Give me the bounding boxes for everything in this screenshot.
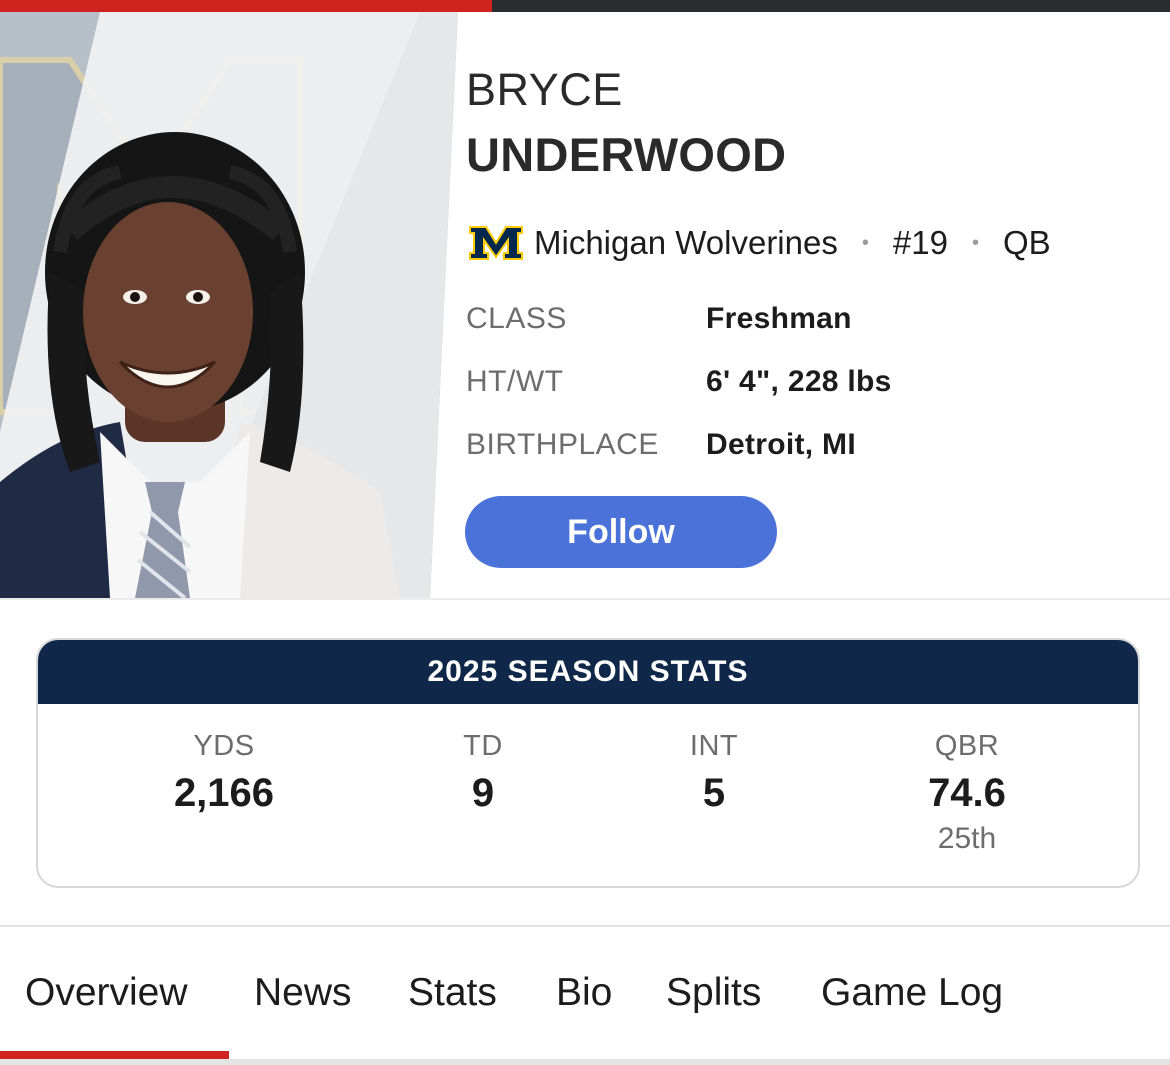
player-position: QB [1002, 224, 1051, 261]
stat-label: YDS [193, 730, 255, 762]
tabs-bottom-border [0, 1059, 1170, 1065]
stat-yds: YDS 2,166 [104, 730, 344, 816]
tab-stats[interactable]: Stats [408, 971, 497, 1015]
season-stats-card: 2025 SEASON STATS YDS 2,166 TD 9 INT 5 Q… [36, 638, 1140, 888]
active-tab-indicator [0, 1051, 229, 1059]
info-row-birthplace: BIRTHPLACE Detroit, MI [466, 428, 892, 491]
info-row-ht-wt: HT/WT 6' 4", 228 lbs [466, 365, 892, 428]
info-value: 6' 4", 228 lbs [706, 365, 892, 398]
tab-game-log[interactable]: Game Log [821, 971, 1003, 1015]
stat-label: QBR [934, 730, 1000, 762]
divider [0, 598, 1170, 600]
top-bar [0, 0, 1170, 12]
tab-splits[interactable]: Splits [666, 971, 761, 1015]
stat-qbr: QBR 74.6 25th [847, 730, 1087, 856]
info-value: Freshman [706, 302, 852, 335]
season-stats-title: 2025 SEASON STATS [38, 640, 1138, 704]
info-label: HT/WT [466, 365, 564, 398]
tab-bio[interactable]: Bio [556, 971, 612, 1015]
tab-news[interactable]: News [254, 971, 352, 1015]
player-last-name: UNDERWOOD [466, 128, 787, 181]
stat-td: TD 9 [363, 730, 603, 816]
player-page: BRYCE UNDERWOOD Michigan Wolverines • #1… [0, 0, 1170, 1065]
follow-button[interactable]: Follow [465, 496, 777, 568]
info-row-class: CLASS Freshman [466, 302, 892, 365]
stat-value: 9 [471, 771, 495, 815]
info-label: CLASS [466, 302, 567, 335]
player-first-name: BRYCE [466, 64, 623, 115]
michigan-logo-icon[interactable] [468, 223, 524, 263]
player-info-table: CLASS Freshman HT/WT 6' 4", 228 lbs BIRT… [466, 302, 892, 491]
stat-rank: 25th [937, 822, 997, 855]
separator-dot: • [861, 231, 869, 254]
player-header: BRYCE UNDERWOOD Michigan Wolverines • #1… [0, 12, 1170, 598]
info-value: Detroit, MI [706, 428, 856, 461]
stat-value: 5 [702, 771, 726, 815]
info-label: BIRTHPLACE [466, 428, 659, 461]
top-bar-accent [0, 0, 492, 12]
tab-overview[interactable]: Overview [25, 971, 188, 1015]
player-tabs: Overview News Stats Bio Splits Game Log [0, 927, 1170, 1063]
stat-label: TD [463, 730, 503, 762]
team-line: Michigan Wolverines • #19 • QB [468, 220, 1051, 266]
stat-label: INT [689, 730, 739, 762]
separator-dot: • [971, 231, 979, 254]
team-name-link[interactable]: Michigan Wolverines [534, 224, 838, 262]
player-headshot [0, 12, 470, 598]
stat-value: 2,166 [173, 771, 275, 815]
stat-value: 74.6 [928, 771, 1006, 815]
jersey-number: #19 [892, 224, 948, 261]
stat-int: INT 5 [594, 730, 834, 816]
